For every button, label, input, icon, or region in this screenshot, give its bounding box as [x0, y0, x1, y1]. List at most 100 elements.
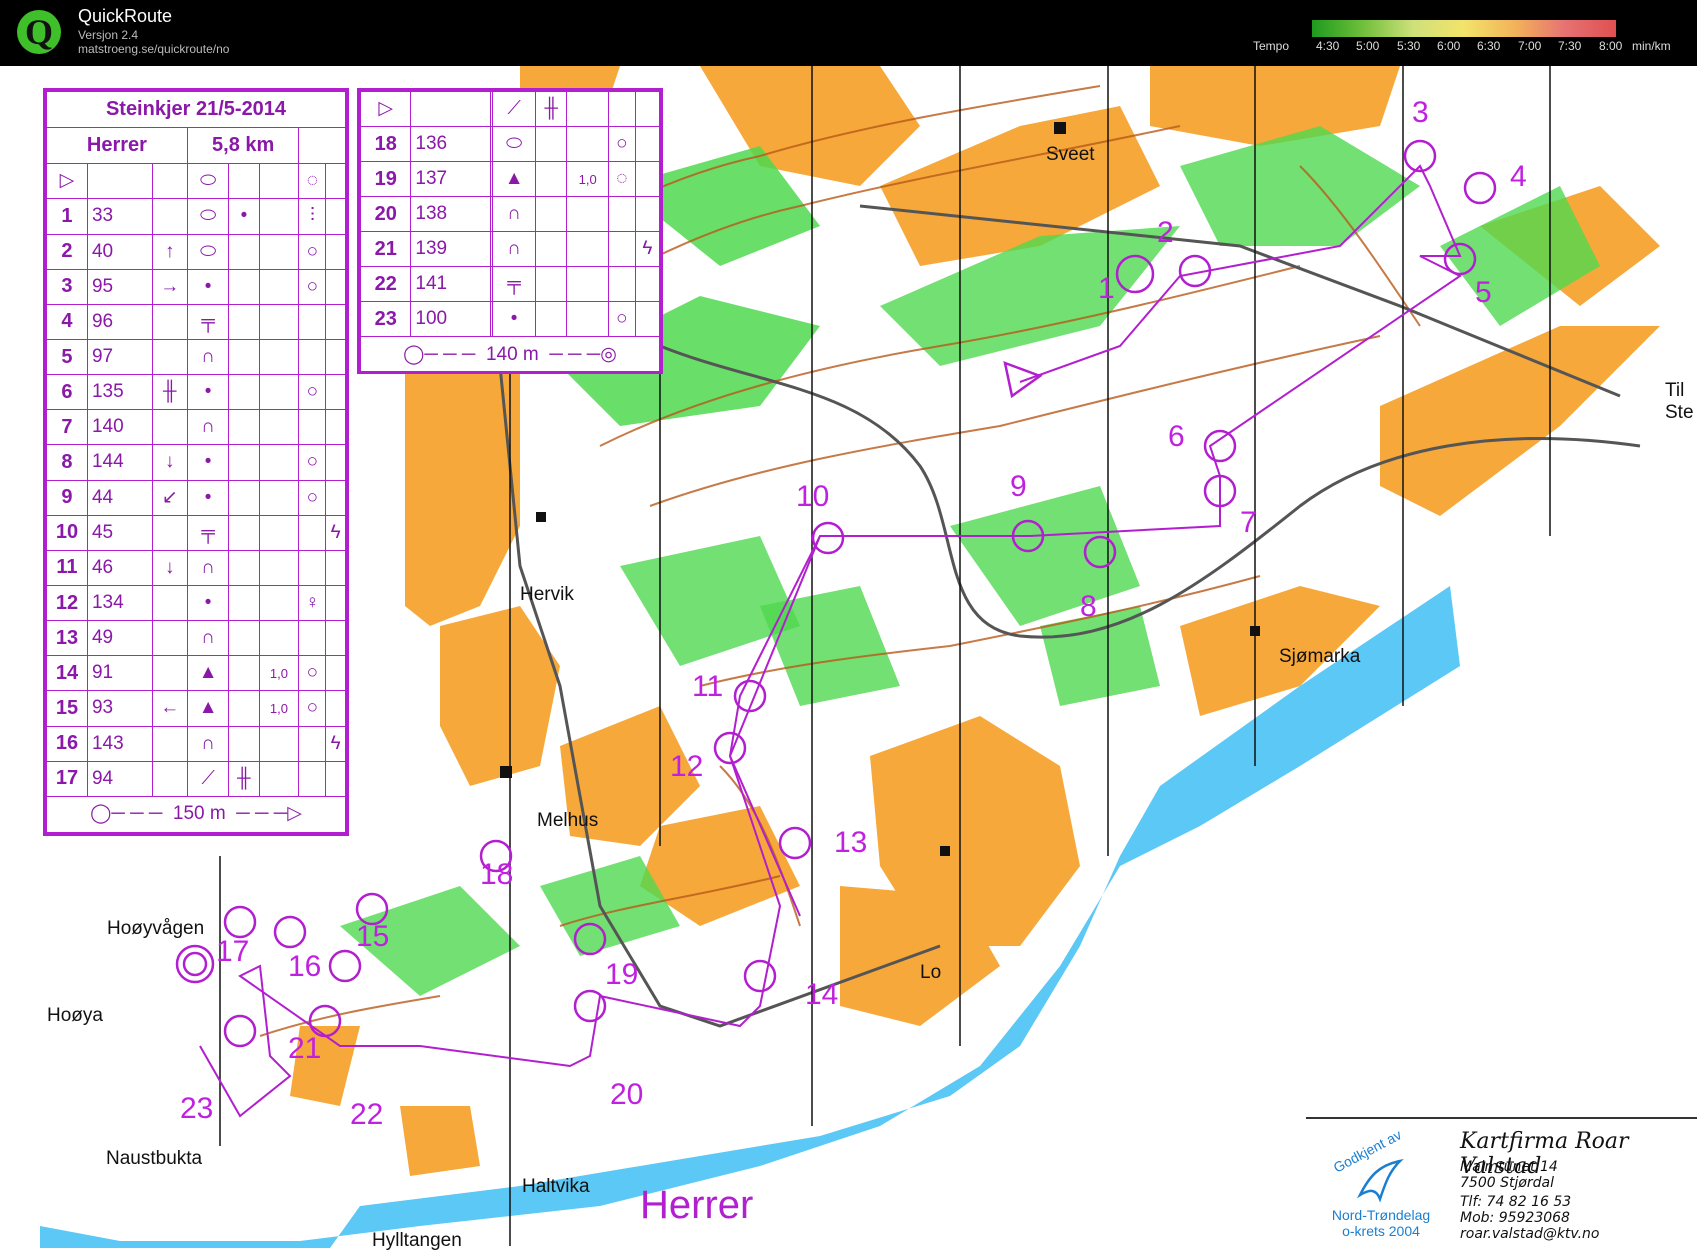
location-icon: ○ — [607, 126, 636, 162]
tempo-color-scale[interactable] — [1312, 20, 1616, 37]
arrow-down-icon: ↓ — [151, 444, 188, 481]
mapmaker-city: 7500 Stjørdal — [1460, 1175, 1555, 1191]
control-number: 1 — [1098, 272, 1115, 305]
course-name-label: Herrer — [640, 1183, 754, 1227]
hill-icon: ∩ — [186, 338, 230, 376]
dot-icon: • — [228, 198, 260, 235]
hill-icon: ∩ — [186, 549, 230, 586]
mapmaker-phone: Tlf: 74 82 16 53 — [1460, 1194, 1572, 1210]
control-number: 18 — [480, 858, 514, 891]
control-descriptions-part1: Steinkjer 21/5-2014 Herrer 5,8 km ▷ ⬭ ◌ … — [43, 88, 349, 836]
climb-cell — [298, 127, 346, 165]
desc-num: 7 — [46, 409, 88, 446]
location-icon: ○ — [298, 374, 327, 411]
control-number: 7 — [1240, 506, 1257, 539]
desc-code: 100 — [410, 301, 491, 337]
tempo-label: Tempo — [1253, 39, 1290, 53]
control-number: 5 — [1475, 276, 1492, 309]
knoll-icon: ⬭ — [186, 233, 230, 270]
hill-icon: ∩ — [492, 196, 537, 232]
mapmaker-mobile: Mob: 95923068 — [1460, 1210, 1570, 1226]
approved-org: Nord-Trøndelag o-krets 2004 — [1306, 1207, 1456, 1239]
leg-distance: 140 m — [485, 343, 539, 365]
finish-circle-inner — [182, 951, 208, 977]
knoll-icon: ⬭ — [186, 163, 230, 200]
boulder-icon: ▲ — [186, 655, 230, 692]
desc-code: 144 — [86, 444, 153, 481]
place-melhus: Melhus — [537, 810, 599, 831]
control-number: 22 — [350, 1098, 384, 1131]
cliff-icon: ╤ — [186, 303, 230, 340]
desc-num: 1 — [46, 198, 88, 235]
app-title: QuickRoute — [78, 6, 173, 26]
feature-size: 1,0 — [258, 655, 300, 692]
place-sjomarka: Sjømarka — [1279, 646, 1361, 667]
control-number: 8 — [1080, 590, 1097, 623]
lightning-icon: ϟ — [634, 231, 661, 267]
app-url[interactable]: matstroeng.se/quickroute/no — [78, 42, 229, 56]
location-icon: ○ — [298, 268, 327, 305]
hill-icon: ∩ — [492, 231, 537, 267]
control-number: 15 — [356, 920, 390, 953]
desc-code: 45 — [86, 514, 153, 551]
event-title: Steinkjer 21/5-2014 — [46, 90, 346, 129]
place-haltvika: Haltvika — [522, 1176, 590, 1197]
leg-distance: 150 m — [172, 803, 226, 825]
place-sveet: Sveet — [1046, 144, 1095, 165]
start-icon: ▷ — [46, 163, 88, 200]
knoll-icon: ⬭ — [186, 198, 230, 235]
control-number: 2 — [1157, 216, 1174, 249]
desc-code: 136 — [410, 126, 491, 162]
tempo-tick: 6:00 — [1437, 39, 1461, 53]
arrow-right-icon: → — [151, 268, 188, 305]
desc-num: 6 — [46, 374, 88, 411]
between-icon: ⫶ — [298, 198, 327, 235]
boulder-icon: ▲ — [492, 161, 537, 197]
class-name: Herrer — [46, 127, 188, 165]
knoll-icon: ⬭ — [492, 126, 537, 162]
dot-icon: • — [492, 301, 537, 337]
hill-icon: ∩ — [186, 725, 230, 762]
place-hooyvagen: Hoøyvågen — [107, 918, 205, 939]
crossing-icon: ╫ — [228, 760, 260, 797]
desc-code: 49 — [86, 620, 153, 657]
desc-code: 137 — [410, 161, 491, 197]
desc-code: 91 — [86, 655, 153, 692]
control-number: 16 — [288, 950, 322, 983]
location-icon: ○ — [298, 690, 327, 727]
start-icon: ▷ — [359, 91, 412, 127]
desc-num: 23 — [359, 301, 412, 337]
app-version: Versjon 2.4 — [78, 28, 139, 42]
mapmaker-info: Godkjent av Nord-Trøndelag o-krets 2004 … — [1306, 1117, 1697, 1248]
steep-icon: ⟋ — [186, 760, 230, 797]
desc-code: 40 — [86, 233, 153, 270]
control-number: 6 — [1168, 420, 1185, 453]
location-icon: ○ — [298, 233, 327, 270]
desc-num: 12 — [46, 584, 88, 622]
desc-num: 18 — [359, 126, 412, 162]
desc-num: 21 — [359, 231, 412, 267]
control-number: 20 — [610, 1078, 644, 1111]
arrow-down-icon: ↓ — [151, 549, 188, 586]
feature-size: 1,0 — [258, 690, 300, 727]
desc-code: 141 — [410, 266, 491, 302]
crossing-icon: ╫ — [535, 91, 568, 127]
location-icon: ○ — [607, 301, 636, 337]
desc-code: 93 — [86, 690, 153, 727]
feature-size: 1,0 — [566, 161, 609, 197]
tempo-ticks: 4:30 5:00 5:30 6:00 6:30 7:00 7:30 8:00 … — [1312, 39, 1692, 55]
quickroute-logo: Q — [17, 10, 61, 54]
desc-code: 95 — [86, 268, 153, 305]
tempo-tick: 7:00 — [1518, 39, 1542, 53]
dot-icon: • — [186, 584, 230, 622]
boulder-icon: ▲ — [186, 690, 230, 727]
control-number: 9 — [1010, 470, 1027, 503]
lightning-icon: ϟ — [325, 514, 346, 551]
control-circle — [223, 905, 257, 939]
approved-org-line1: Nord-Trøndelag — [1331, 1207, 1431, 1223]
control-number: 12 — [670, 750, 704, 783]
fence-icon: ╫ — [151, 374, 188, 411]
tempo-tick: 6:30 — [1477, 39, 1501, 53]
cliff-icon: ╤ — [186, 514, 230, 551]
mapmaker-email[interactable]: roar.valstad@ktv.no — [1460, 1226, 1599, 1242]
